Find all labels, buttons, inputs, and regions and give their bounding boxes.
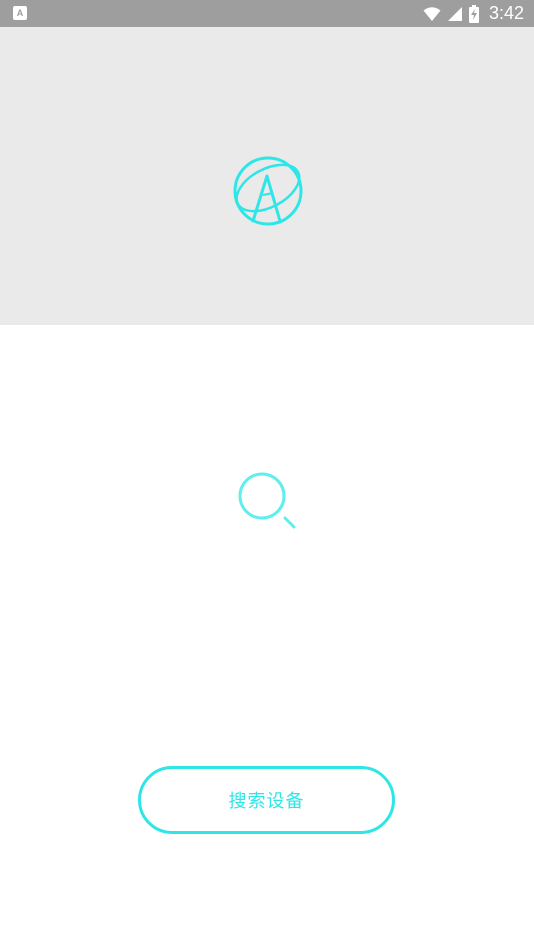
notification-app-icon: A [13,6,27,20]
status-bar: A 3:42 [0,0,534,27]
battery-charging-icon [468,4,479,23]
brand-logo-icon [233,156,303,226]
signal-icon [447,6,462,21]
search-device-button[interactable]: 搜索设备 [138,766,395,834]
search-device-button-label: 搜索设备 [228,791,305,812]
wifi-icon [423,6,441,21]
status-time: 3:42 [488,3,524,23]
notification-app-letter: A [16,7,24,18]
status-icons: 3:42 [423,0,524,27]
search-icon [238,472,296,529]
